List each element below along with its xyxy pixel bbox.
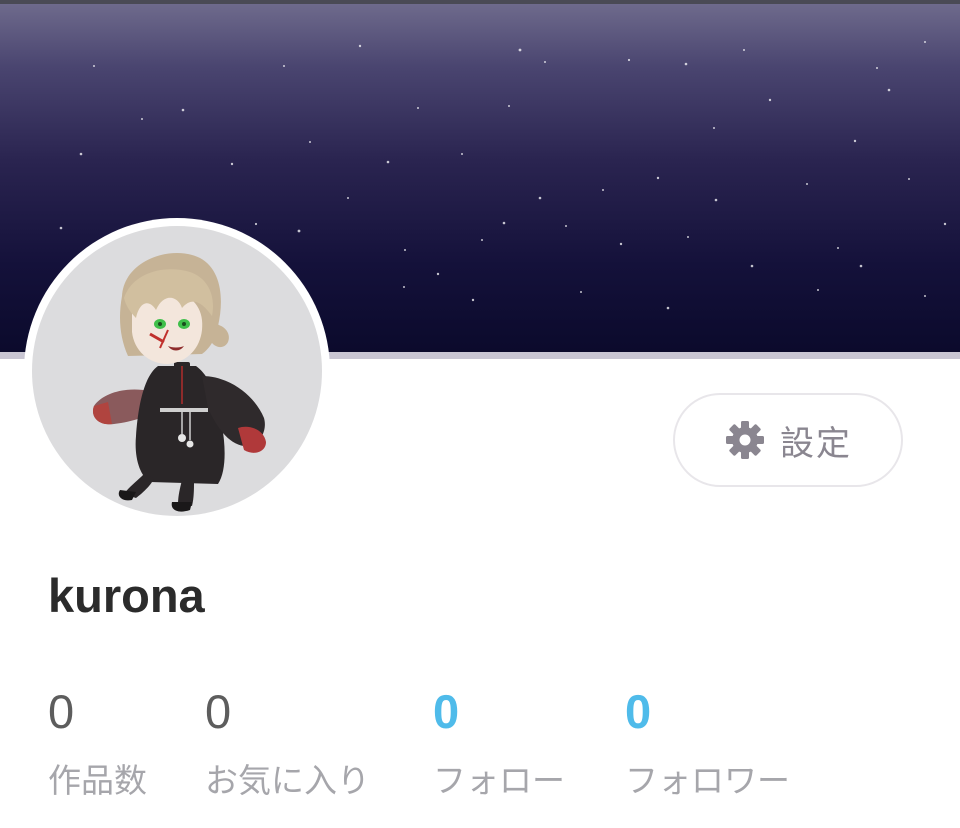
- username: kurona: [48, 569, 205, 622]
- settings-label: 設定: [780, 423, 852, 464]
- stat-following[interactable]: 0 フォロー: [433, 688, 565, 802]
- avatar[interactable]: [32, 226, 322, 516]
- profile-page: 設定 kurona 0 作品数 0 お気に入り 0 フォロー 0 フォロワー: [0, 0, 960, 828]
- stat-favorites: 0 お気に入り: [205, 688, 370, 802]
- gear-icon: [724, 419, 766, 461]
- character-illustration: [92, 252, 266, 512]
- followers-count[interactable]: 0: [625, 688, 790, 740]
- works-count: 0: [48, 685, 75, 738]
- settings-button[interactable]: 設定: [673, 393, 903, 487]
- works-label: 作品数: [48, 761, 147, 800]
- following-label[interactable]: フォロー: [433, 754, 565, 802]
- followers-label[interactable]: フォロワー: [625, 754, 790, 802]
- stat-works: 0 作品数: [48, 688, 147, 802]
- favorites-label: お気に入り: [205, 761, 370, 800]
- following-count[interactable]: 0: [433, 688, 565, 740]
- stat-followers[interactable]: 0 フォロワー: [625, 688, 790, 802]
- favorites-count: 0: [205, 685, 232, 738]
